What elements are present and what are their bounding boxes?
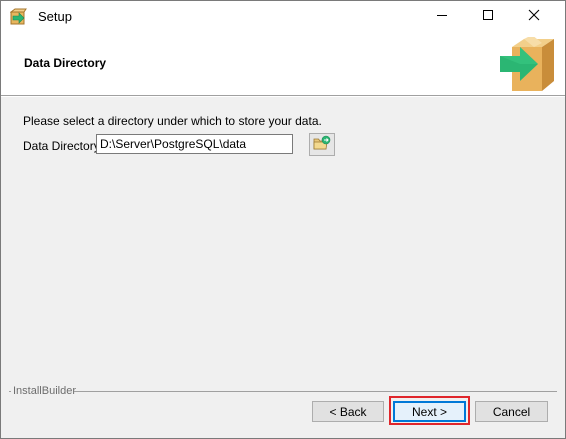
minimize-icon [436,9,448,24]
instruction-text: Please select a directory under which to… [23,114,322,128]
data-directory-label: Data Directory [23,139,100,153]
close-button[interactable] [511,1,557,32]
content-panel: Please select a directory under which to… [9,100,557,390]
window-title: Setup [38,9,72,24]
package-arrow-logo-icon [498,35,556,93]
page-title: Data Directory [24,56,107,70]
setup-package-icon [9,8,27,25]
back-button[interactable]: < Back [312,401,384,422]
close-icon [528,9,540,24]
maximize-button[interactable] [465,1,511,32]
installbuilder-label: InstallBuilder [12,385,77,397]
cancel-button[interactable]: Cancel [475,401,548,422]
setup-window: Setup Data Directory Please select a dir… [0,0,566,439]
browse-button[interactable] [309,133,335,156]
title-bar: Setup [1,1,565,32]
next-button[interactable]: Next > [393,401,466,422]
browse-folder-icon [313,135,331,154]
minimize-button[interactable] [419,1,465,32]
maximize-icon [482,9,494,24]
page-header: Data Directory [1,32,565,95]
data-directory-input[interactable] [96,134,293,154]
footer-divider [74,391,557,392]
